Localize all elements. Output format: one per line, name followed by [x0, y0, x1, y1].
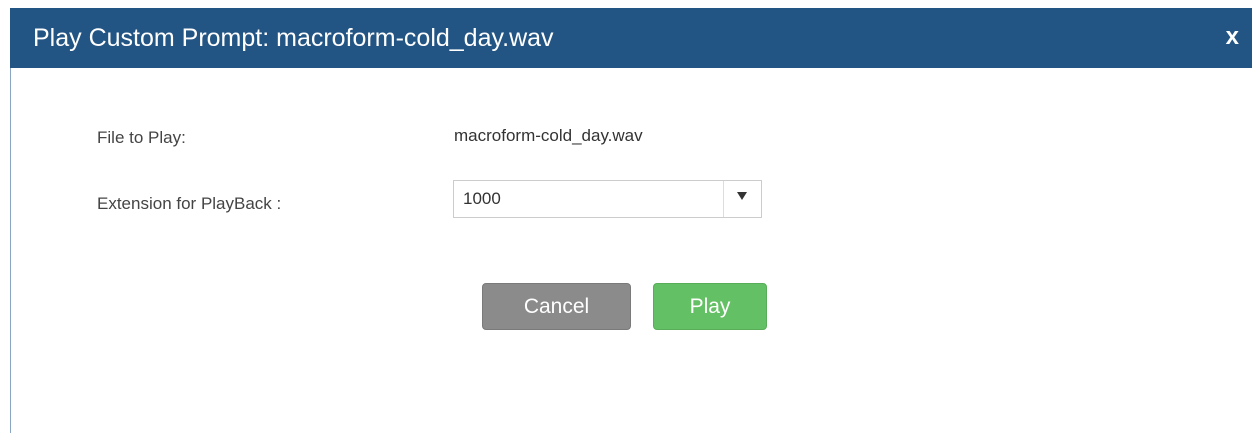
play-button[interactable]: Play: [653, 283, 767, 330]
cancel-button[interactable]: Cancel: [482, 283, 631, 330]
chevron-down-icon[interactable]: [737, 192, 747, 200]
file-to-play-value: macroform-cold_day.wav: [454, 126, 643, 145]
select-divider: [723, 181, 724, 217]
close-button[interactable]: x: [1226, 22, 1239, 52]
dialog-title: Play Custom Prompt: macroform-cold_day.w…: [33, 24, 554, 52]
extension-for-playback-label: Extension for PlayBack :: [97, 194, 282, 213]
file-to-play-label: File to Play:: [97, 128, 186, 147]
extension-select[interactable]: 1000: [453, 180, 762, 218]
dialog-titlebar: Play Custom Prompt: macroform-cold_day.w…: [10, 8, 1252, 68]
play-custom-prompt-dialog: Play Custom Prompt: macroform-cold_day.w…: [10, 8, 1252, 433]
extension-select-value: 1000: [463, 189, 501, 208]
